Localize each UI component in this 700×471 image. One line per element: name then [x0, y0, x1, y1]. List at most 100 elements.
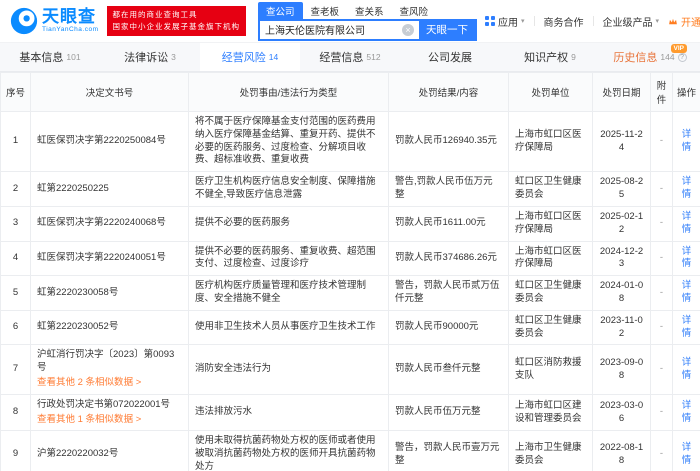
document-number: 行政处罚决定书第072022001号 — [37, 399, 182, 412]
cell-attachment: - — [651, 394, 673, 431]
tianyancha-logo-icon — [10, 7, 38, 35]
table-header-row: 序号决定文书号处罚事由/违法行为类型处罚结果/内容处罚单位处罚日期附件操作 — [1, 73, 700, 112]
cell-penalty-authority: 虹口区消防救援支队 — [509, 345, 593, 394]
search-tab-company[interactable]: 查公司 — [258, 2, 303, 19]
cooperation-label: 商务合作 — [544, 14, 584, 29]
divider — [534, 16, 535, 26]
detail-link[interactable]: 详情 — [682, 280, 692, 304]
cell-document-number: 虹医保罚决字第2220250084号 — [31, 112, 189, 172]
column-header: 决定文书号 — [31, 73, 189, 112]
cell-attachment: - — [651, 241, 673, 276]
cell-penalty-result: 警告，罚款人民币壹万元整 — [389, 431, 509, 471]
tianyancha-logo[interactable]: 天眼查 TianYanCha.com — [10, 7, 99, 35]
cell-penalty-authority: 上海市虹口区医疗保障局 — [509, 112, 593, 172]
tab-label: 历史信息 — [613, 49, 657, 65]
tab-history-info[interactable]: 历史信息144VIP? — [600, 43, 700, 71]
search-area: 查公司查老板查关系查风险 × 天眼一下 — [258, 2, 477, 41]
search-input[interactable] — [260, 21, 402, 39]
question-icon[interactable]: ? — [678, 53, 687, 62]
cell-penalty-result: 罚款人民币374686.26元 — [389, 241, 509, 276]
cell-penalty-authority: 虹口区卫生健康委员会 — [509, 172, 593, 207]
cell-action: 详情 — [673, 310, 700, 345]
tab-business-info[interactable]: 经营信息512 — [300, 43, 400, 71]
cell-penalty-result: 罚款人民币90000元 — [389, 310, 509, 345]
similar-data-link[interactable]: 查看其他 1 条相似数据 > — [37, 414, 182, 427]
cell-penalty-authority: 虹口区卫生健康委员会 — [509, 276, 593, 311]
cell-attachment: - — [651, 310, 673, 345]
cell-penalty-result: 罚款人民币126940.35元 — [389, 112, 509, 172]
tab-label: 知识产权 — [524, 49, 568, 65]
tab-business-risk[interactable]: 经营风险14 — [200, 43, 300, 71]
cell-attachment: - — [651, 206, 673, 241]
detail-link[interactable]: 详情 — [682, 129, 692, 153]
cooperation-link[interactable]: 商务合作 — [544, 14, 584, 29]
cell-attachment: - — [651, 345, 673, 394]
cell-action: 详情 — [673, 276, 700, 311]
tab-company-development[interactable]: 公司发展 — [400, 43, 500, 71]
cell-penalty-result: 罚款人民币叁仟元整 — [389, 345, 509, 394]
cell-penalty-result: 警告,罚款人民币伍万元整 — [389, 172, 509, 207]
search-tab-risk[interactable]: 查风险 — [392, 2, 437, 19]
search-tab-relation[interactable]: 查关系 — [347, 2, 392, 19]
detail-link[interactable]: 详情 — [682, 357, 692, 381]
detail-link[interactable]: 详情 — [682, 176, 692, 200]
clear-search-icon[interactable]: × — [402, 24, 414, 36]
document-number: 虹医保罚决字第2220240068号 — [37, 217, 182, 230]
apps-menu[interactable]: 应用 ▾ — [485, 14, 525, 29]
chevron-down-icon: ▾ — [656, 17, 660, 25]
cell-penalty-result: 罚款人民币1611.00元 — [389, 206, 509, 241]
cell-penalty-reason: 使用未取得抗菌药物处方权的医师或者使用被取消抗菌药物处方权的医师开具抗菌药物处方 — [189, 431, 389, 471]
column-header: 处罚事由/违法行为类型 — [189, 73, 389, 112]
cell-index: 4 — [1, 241, 31, 276]
cell-penalty-authority: 上海市卫生健康委员会 — [509, 431, 593, 471]
enterprise-menu[interactable]: 企业级产品 ▾ — [603, 14, 660, 29]
tab-basic-info[interactable]: 基本信息101 — [0, 43, 100, 71]
cell-penalty-date: 2024-12-23 — [593, 241, 651, 276]
cell-penalty-date: 2023-09-08 — [593, 345, 651, 394]
brand-domain: TianYanCha.com — [42, 27, 99, 34]
cell-document-number: 虹第2220230058号 — [31, 276, 189, 311]
document-number: 虹第2220230052号 — [37, 321, 182, 334]
tab-lawsuits[interactable]: 法律诉讼3 — [100, 43, 200, 71]
similar-data-link[interactable]: 查看其他 2 条相似数据 > — [37, 377, 182, 390]
cell-penalty-date: 2023-11-02 — [593, 310, 651, 345]
cell-penalty-reason: 使用非卫生技术人员从事医疗卫生技术工作 — [189, 310, 389, 345]
grid-icon — [485, 16, 495, 26]
detail-link[interactable]: 详情 — [682, 246, 692, 270]
cell-document-number: 虹第2220250225 — [31, 172, 189, 207]
cell-penalty-result: 警告，罚款人民币贰万伍仟元整 — [389, 276, 509, 311]
search-button[interactable]: 天眼一下 — [419, 21, 475, 39]
column-header: 处罚日期 — [593, 73, 651, 112]
detail-link[interactable]: 详情 — [682, 442, 692, 466]
tab-label: 法律诉讼 — [124, 49, 168, 65]
detail-link[interactable]: 详情 — [682, 211, 692, 235]
cell-penalty-reason: 医疗卫生机构医疗信息安全制度、保障措施不健全,导致医疗信息泄露 — [189, 172, 389, 207]
document-number: 虹医保罚决字第2220250084号 — [37, 135, 182, 148]
penalty-table: 序号决定文书号处罚事由/违法行为类型处罚结果/内容处罚单位处罚日期附件操作 1虹… — [0, 72, 700, 471]
column-header: 附件 — [651, 73, 673, 112]
column-header: 处罚单位 — [509, 73, 593, 112]
cell-penalty-reason: 将不属于医疗保障基金支付范围的医药费用纳入医疗保障基金结算、重复开药、提供不必要… — [189, 112, 389, 172]
detail-link[interactable]: 详情 — [682, 400, 692, 424]
tab-count: 512 — [366, 52, 380, 62]
search-tabs: 查公司查老板查关系查风险 — [258, 2, 477, 19]
cell-index: 5 — [1, 276, 31, 311]
open-membership-button[interactable]: 开通会员 ▾ — [668, 14, 700, 29]
table-row: 9沪第2220220032号使用未取得抗菌药物处方权的医师或者使用被取消抗菌药物… — [1, 431, 700, 471]
cell-penalty-reason: 违法排放污水 — [189, 394, 389, 431]
tab-count: 3 — [171, 52, 176, 62]
tab-label: 经营信息 — [319, 49, 363, 65]
detail-link[interactable]: 详情 — [682, 315, 692, 339]
cell-penalty-authority: 虹口区卫生健康委员会 — [509, 310, 593, 345]
cell-attachment: - — [651, 112, 673, 172]
document-number: 虹医保罚决字第2220240051号 — [37, 252, 182, 265]
cell-penalty-date: 2025-08-25 — [593, 172, 651, 207]
search-tab-boss[interactable]: 查老板 — [303, 2, 348, 19]
cell-penalty-date: 2025-11-24 — [593, 112, 651, 172]
cell-index: 7 — [1, 345, 31, 394]
table-row: 1虹医保罚决字第2220250084号将不属于医疗保障基金支付范围的医药费用纳入… — [1, 112, 700, 172]
cell-index: 6 — [1, 310, 31, 345]
tab-intellectual-property[interactable]: 知识产权9 — [500, 43, 600, 71]
cell-document-number: 行政处罚决定书第072022001号查看其他 1 条相似数据 > — [31, 394, 189, 431]
column-header: 序号 — [1, 73, 31, 112]
